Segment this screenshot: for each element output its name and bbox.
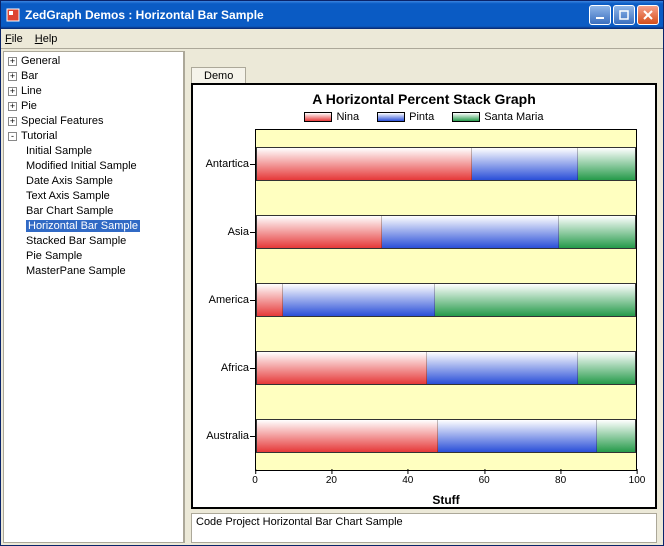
tree-node-bar[interactable]: + Bar [8, 69, 179, 84]
menu-help[interactable]: Help [35, 33, 58, 45]
expand-icon[interactable]: + [8, 72, 17, 81]
app-icon [5, 7, 21, 23]
legend-label: Santa Maria [484, 111, 543, 123]
tree-label: Pie [21, 100, 37, 112]
tree-item-master[interactable]: MasterPane Sample [26, 264, 179, 279]
bar-segment [559, 216, 635, 248]
x-tick: 20 [326, 475, 337, 486]
bar-segment [257, 352, 427, 384]
tree-node-tutorial[interactable]: -Tutorial [8, 129, 179, 144]
legend-swatch-red [304, 112, 332, 122]
x-tick: 100 [629, 475, 646, 486]
bar-segment [257, 284, 283, 316]
y-tick [250, 300, 255, 301]
x-tick: 60 [479, 475, 490, 486]
bar-row: America [256, 283, 636, 317]
bar-segment [578, 148, 635, 180]
bar-row: Africa [256, 351, 636, 385]
legend-label: Pinta [409, 111, 434, 123]
expand-icon[interactable]: + [8, 102, 17, 111]
category-label: Africa [221, 362, 249, 374]
close-button[interactable] [637, 5, 659, 25]
bar-segment [257, 216, 382, 248]
tree-label: General [21, 55, 60, 67]
bar-segment [435, 284, 635, 316]
tree-label: Tutorial [21, 130, 57, 142]
tree-item-barchart[interactable]: Bar Chart Sample [26, 204, 179, 219]
description-text: Code Project Horizontal Bar Chart Sample [196, 516, 403, 528]
legend-item-nina: Nina [304, 111, 359, 123]
legend-label: Nina [336, 111, 359, 123]
category-label: Asia [228, 226, 249, 238]
x-tick: 0 [252, 475, 258, 486]
x-tick: 40 [402, 475, 413, 486]
bar-segment [438, 420, 597, 452]
tree-label: Bar [21, 70, 38, 82]
titlebar: ZedGraph Demos : Horizontal Bar Sample [1, 1, 663, 29]
category-label: America [209, 294, 249, 306]
y-tick [250, 164, 255, 165]
tab-demo[interactable]: Demo [191, 67, 246, 84]
bar-segment [427, 352, 578, 384]
chart-x-axis: Stuff 020406080100 [255, 475, 637, 507]
y-tick [250, 232, 255, 233]
tree-node-special[interactable]: + Special Features [8, 114, 179, 129]
tree-node-pie[interactable]: + Pie [8, 99, 179, 114]
collapse-icon[interactable]: - [8, 132, 17, 141]
y-tick [250, 368, 255, 369]
chart-legend: Nina Pinta Santa Maria [193, 111, 655, 123]
menu-file[interactable]: File [5, 33, 23, 45]
expand-icon[interactable]: + [8, 117, 17, 126]
x-tick: 80 [555, 475, 566, 486]
client-area: + General + Bar + Line + Pie + Special Featur… [1, 49, 663, 545]
tree-label: Line [21, 85, 42, 97]
tree-view[interactable]: + General + Bar + Line + Pie + Special Featur… [3, 51, 185, 543]
tree-item-date[interactable]: Date Axis Sample [26, 174, 179, 189]
tree-node-general[interactable]: + General [8, 54, 179, 69]
tree-item-initial[interactable]: Initial Sample [26, 144, 179, 159]
bar-segment [597, 420, 635, 452]
chart-title: A Horizontal Percent Stack Graph [193, 91, 655, 107]
tree-item-piesample[interactable]: Pie Sample [26, 249, 179, 264]
chart-panel: A Horizontal Percent Stack Graph Nina Pi… [191, 83, 657, 509]
y-tick [250, 436, 255, 437]
tree-item-modified[interactable]: Modified Initial Sample [26, 159, 179, 174]
bar-row: Antartica [256, 147, 636, 181]
bar-row: Asia [256, 215, 636, 249]
tree-label: Special Features [21, 115, 104, 127]
description-box: Code Project Horizontal Bar Chart Sample [191, 513, 657, 543]
category-label: Australia [206, 430, 249, 442]
window-title: ZedGraph Demos : Horizontal Bar Sample [25, 8, 587, 22]
tree-item-text[interactable]: Text Axis Sample [26, 189, 179, 204]
bar-segment [472, 148, 578, 180]
maximize-button[interactable] [613, 5, 635, 25]
legend-swatch-blue [377, 112, 405, 122]
minimize-button[interactable] [589, 5, 611, 25]
right-pane: Demo A Horizontal Percent Stack Graph Ni… [187, 51, 661, 543]
chart-plot-area: Antartica Asia America Africa Australia [255, 129, 637, 471]
tree-item-stacked[interactable]: Stacked Bar Sample [26, 234, 179, 249]
bar-segment [283, 284, 434, 316]
menubar: File Help [1, 29, 663, 49]
bar-segment [382, 216, 560, 248]
bar-row: Australia [256, 419, 636, 453]
chart-x-label: Stuff [432, 493, 459, 507]
bar-segment [578, 352, 635, 384]
bar-segment [257, 420, 438, 452]
tree-item-hbar[interactable]: Horizontal Bar Sample [26, 219, 179, 234]
app-window: ZedGraph Demos : Horizontal Bar Sample F… [0, 0, 664, 546]
tree-children-tutorial: Initial Sample Modified Initial Sample D… [26, 144, 179, 279]
legend-swatch-green [452, 112, 480, 122]
tree-node-line[interactable]: + Line [8, 84, 179, 99]
tab-row: Demo [187, 61, 661, 83]
bar-segment [257, 148, 472, 180]
legend-item-santamaria: Santa Maria [452, 111, 543, 123]
legend-item-pinta: Pinta [377, 111, 434, 123]
category-label: Antartica [206, 158, 249, 170]
expand-icon[interactable]: + [8, 57, 17, 66]
tree-item-selected: Horizontal Bar Sample [26, 220, 140, 232]
expand-icon[interactable]: + [8, 87, 17, 96]
